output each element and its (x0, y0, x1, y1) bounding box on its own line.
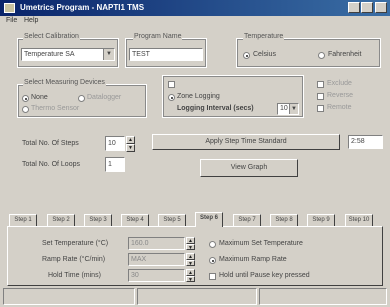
tab-step-6[interactable]: Step 6 (195, 212, 223, 227)
total-steps-down-icon[interactable]: ▼ (126, 144, 135, 152)
max-ramp-rate-radio[interactable] (209, 257, 216, 264)
max-ramp-rate-label: Maximum Ramp Rate (219, 256, 287, 263)
ramp-rate-label: Ramp Rate (°C/min) (42, 256, 106, 263)
hold-time-up-icon[interactable]: ▲ (186, 269, 195, 276)
max-set-temperature-label: Maximum Set Temperature (219, 240, 303, 247)
window-title: Umetrics Program - NAPTI1 TMS (20, 3, 145, 12)
set-temperature-input[interactable]: 160.0 (128, 237, 185, 250)
hold-until-pause-checkbox[interactable] (209, 273, 216, 280)
status-pane-3 (259, 288, 387, 305)
tab-step-3[interactable]: Step 3 (84, 214, 112, 226)
title-bar: Umetrics Program - NAPTI1 TMS (0, 0, 390, 16)
exclude-checkbox[interactable] (317, 81, 324, 88)
maximize-button[interactable] (361, 2, 373, 13)
device-thermo-radio[interactable] (22, 106, 29, 113)
total-steps-label: Total No. Of Steps (22, 140, 79, 147)
device-datalogger-label: Datalogger (87, 94, 122, 101)
logging-interval-select[interactable]: 10 ▼ (277, 103, 299, 115)
device-datalogger-radio[interactable] (78, 95, 85, 102)
hold-time-label: Hold Time (mins) (48, 272, 101, 279)
device-none-radio[interactable] (22, 95, 29, 102)
set-temperature-label: Set Temperature (°C) (42, 240, 109, 247)
reverse-checkbox[interactable] (317, 93, 324, 100)
tab-step-10[interactable]: Step 10 (345, 214, 373, 226)
total-loops-label: Total No. Of Loops (22, 161, 80, 168)
logging-interval-value: 10 (280, 105, 288, 112)
hold-until-pause-label: Hold until Pause key pressed (219, 272, 310, 279)
program-name-label: Program Name (133, 33, 183, 40)
remote-label: Remote (327, 104, 352, 111)
tab-step-1[interactable]: Step 1 (9, 214, 37, 226)
menu-help[interactable]: Help (24, 17, 38, 24)
tab-step-9[interactable]: Step 9 (307, 214, 335, 226)
temperature-mode-label: Temperature (243, 33, 285, 40)
fahrenheit-label: Fahrenheit (328, 51, 362, 58)
view-graph-button[interactable]: View Graph (200, 159, 298, 177)
set-temperature-down-icon[interactable]: ▼ (186, 244, 195, 251)
set-temperature-up-icon[interactable]: ▲ (186, 237, 195, 244)
zone-logging-radio[interactable] (168, 94, 175, 101)
select-calibration-label: Select Calibration (23, 33, 80, 40)
zone-logging-label: Zone Logging (177, 93, 220, 100)
calibration-select[interactable]: Temperature SA ▼ (21, 48, 115, 61)
app-icon (4, 3, 15, 13)
celsius-radio[interactable] (243, 52, 250, 59)
device-none-label: None (31, 94, 48, 101)
chevron-down-icon[interactable]: ▼ (289, 104, 298, 114)
celsius-label: Celsius (253, 51, 276, 58)
ramp-rate-down-icon[interactable]: ▼ (186, 260, 195, 267)
status-pane-1 (3, 288, 135, 305)
reverse-label: Reverse (327, 92, 354, 99)
tab-step-4[interactable]: Step 4 (121, 214, 149, 226)
ramp-rate-input[interactable]: MAX (128, 253, 185, 266)
measuring-devices-label: Select Measuring Devices (23, 79, 106, 86)
program-name-input[interactable]: TEST (129, 48, 203, 61)
tab-step-2[interactable]: Step 2 (47, 214, 75, 226)
logging-option-checkbox[interactable] (168, 81, 175, 88)
logging-interval-label: Logging Interval (secs) (177, 105, 254, 112)
hold-time-input[interactable]: 30 (128, 269, 185, 282)
remote-checkbox[interactable] (317, 105, 324, 112)
minimize-button[interactable] (348, 2, 360, 13)
exclude-label: Exclude (327, 80, 352, 87)
total-steps-input[interactable]: 10 (105, 136, 125, 151)
tab-step-7[interactable]: Step 7 (233, 214, 261, 226)
status-pane-2 (137, 288, 257, 305)
max-set-temperature-radio[interactable] (209, 241, 216, 248)
ramp-rate-up-icon[interactable]: ▲ (186, 253, 195, 260)
calibration-value: Temperature SA (24, 51, 75, 58)
fahrenheit-radio[interactable] (318, 52, 325, 59)
close-button[interactable] (375, 2, 387, 13)
apply-step-time-button[interactable]: Apply Step Time Standard (152, 134, 340, 150)
menu-bar: File Help (0, 16, 390, 27)
total-loops-input[interactable]: 1 (105, 157, 125, 172)
total-steps-up-icon[interactable]: ▲ (126, 136, 135, 144)
tab-step-5[interactable]: Step 5 (158, 214, 186, 226)
menu-file[interactable]: File (6, 17, 17, 24)
chevron-down-icon[interactable]: ▼ (103, 49, 114, 60)
tab-step-8[interactable]: Step 8 (270, 214, 298, 226)
device-thermo-label: Thermo Sensor (31, 105, 80, 112)
hold-time-down-icon[interactable]: ▼ (186, 276, 195, 283)
time-display: 2:58 (348, 135, 383, 149)
